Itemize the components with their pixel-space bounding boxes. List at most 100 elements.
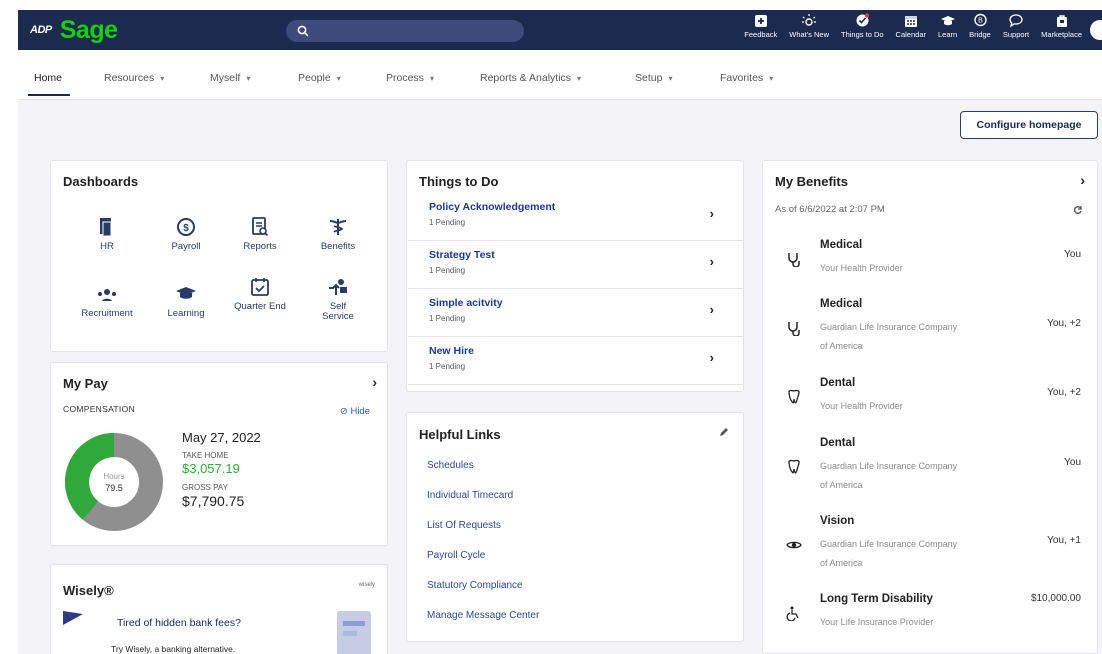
dashboard-label: Learning	[167, 308, 205, 319]
dashboard-self-service[interactable]: Self Service	[307, 276, 369, 322]
nav-setup[interactable]: Setup ▾	[635, 72, 672, 84]
toolbar-label: Bridge	[969, 30, 991, 39]
helpful-link[interactable]: List Of Requests	[427, 520, 501, 531]
hide-button[interactable]: ⊘ Hide	[340, 406, 370, 417]
wisely-body: Try Wisely, a banking alternative.	[111, 644, 236, 654]
calendar-check-icon	[249, 276, 271, 298]
toolbar-label: Marketplace	[1041, 30, 1082, 39]
wisely-image-bar	[343, 621, 365, 626]
chevron-down-icon: ▾	[769, 74, 774, 83]
benefit-name: Vision	[820, 515, 855, 527]
helpful-link[interactable]: Payroll Cycle	[427, 550, 485, 561]
nav-label: Setup	[635, 72, 663, 84]
dashboard-label: Benefits	[320, 241, 356, 252]
helpful-link[interactable]: Manage Message Center	[427, 610, 539, 621]
todo-title: Policy Acknowledgement	[429, 201, 556, 213]
nav-home[interactable]: Home	[34, 72, 62, 84]
graduation-cap-icon	[940, 13, 956, 28]
nav-active-indicator	[28, 94, 70, 96]
search-input[interactable]	[286, 20, 524, 42]
benefit-coverage: You, +1	[1047, 535, 1081, 546]
toolbar-calendar[interactable]: Calendar	[890, 12, 932, 39]
benefit-coverage: You, +2	[1047, 387, 1081, 398]
todo-status: 1 Pending	[429, 266, 466, 275]
gross-pay-label: GROSS PAY	[182, 483, 228, 492]
sage-logo: Sage	[59, 16, 118, 44]
chevron-right-icon: ›	[709, 254, 714, 269]
dashboard-benefits[interactable]: Benefits	[307, 216, 369, 252]
toolbar-support[interactable]: Support	[997, 12, 1035, 39]
dashboards-card: Dashboards HR $ Payroll Reports Benefits…	[50, 160, 388, 352]
tooth-icon	[788, 389, 800, 404]
wisely-headline[interactable]: Tired of hidden bank fees?	[117, 617, 241, 629]
dashboard-learning[interactable]: Learning	[155, 283, 217, 319]
bridge-icon: B	[972, 13, 988, 28]
toolbar-bridge[interactable]: B Bridge	[963, 12, 997, 39]
nav-reports-analytics[interactable]: Reports & Analytics ▾	[480, 72, 581, 84]
avatar[interactable]	[1090, 20, 1102, 40]
nav-myself[interactable]: Myself ▾	[210, 72, 250, 84]
todo-status: 1 Pending	[429, 314, 466, 323]
nav-label: Home	[34, 72, 63, 84]
search-icon	[297, 25, 309, 37]
chevron-right-icon[interactable]: ›	[1080, 172, 1085, 188]
helpful-link[interactable]: Statutory Compliance	[427, 580, 523, 591]
toolbar-label: What's New	[789, 30, 830, 39]
nav-resources[interactable]: Resources ▾	[104, 72, 164, 84]
toolbar-feedback[interactable]: Feedback	[738, 12, 783, 39]
chevron-down-icon: ▾	[577, 74, 582, 83]
chevron-down-icon: ▾	[246, 74, 251, 83]
dashboard-reports[interactable]: Reports	[229, 216, 291, 252]
dashboard-quarter-end[interactable]: Quarter End	[229, 276, 291, 312]
chevron-right-icon[interactable]: ›	[372, 374, 377, 390]
eye-icon	[786, 541, 802, 549]
pay-date: May 27, 2022	[182, 430, 261, 445]
my-benefits-card: My Benefits › As of 6/6/2022 at 2:07 PM …	[762, 160, 1098, 654]
dashboard-label: Recruitment	[81, 308, 133, 319]
svg-text:$: $	[183, 223, 189, 234]
dashboard-label: Reports	[243, 241, 277, 252]
nav-people[interactable]: People ▾	[298, 72, 341, 84]
things-to-do-title: Things to Do	[419, 174, 499, 189]
toolbar-label: Learn	[937, 30, 958, 39]
chevron-right-icon: ›	[709, 350, 714, 365]
payroll-dollar-icon: $	[175, 216, 197, 238]
my-pay-title: My Pay	[63, 376, 108, 391]
my-benefits-title: My Benefits	[775, 174, 848, 189]
toolbar-learn[interactable]: Learn	[932, 12, 963, 39]
dashboard-recruitment[interactable]: Recruitment	[76, 283, 138, 319]
nav-label: Process	[386, 72, 424, 84]
todo-item[interactable]: Simple acitvity 1 Pending ›	[408, 289, 743, 337]
benefit-provider: Your Life Insurance Provider	[820, 617, 934, 627]
hours-label: Hours	[103, 472, 124, 481]
gross-pay-value: $7,790.75	[182, 493, 245, 509]
benefit-provider: Your Health Provider	[820, 401, 903, 411]
helpful-link[interactable]: Individual Timecard	[427, 490, 513, 501]
nav-process[interactable]: Process ▾	[386, 72, 434, 84]
todo-item[interactable]: Policy Acknowledgement 1 Pending ›	[408, 193, 743, 241]
benefit-provider: Guardian Life Insurance Company of Ameri…	[820, 461, 958, 490]
nav-label: Myself	[210, 72, 241, 84]
todo-item[interactable]: New Hire 1 Pending ›	[408, 337, 743, 385]
recruitment-icon	[96, 283, 118, 305]
svg-text:B: B	[978, 18, 983, 25]
pencil-edit-icon[interactable]	[719, 427, 729, 437]
brand-logo[interactable]: ADP Sage	[30, 14, 118, 46]
things-to-do-card: Things to Do Policy Acknowledgement 1 Pe…	[406, 160, 744, 392]
dashboard-hr[interactable]: HR	[76, 216, 138, 252]
nav-label: Reports & Analytics	[480, 72, 572, 84]
todo-item[interactable]: Strategy Test 1 Pending ›	[408, 241, 743, 289]
nav-favorites[interactable]: Favorites ▾	[720, 72, 773, 84]
eye-slash-icon: ⊘	[339, 406, 351, 417]
main-nav: Home Resources ▾ Myself ▾ People ▾ Process ▾…	[18, 50, 1102, 100]
toolbar-whats-new[interactable]: What's New	[783, 12, 835, 39]
wisely-image-bar	[343, 631, 357, 636]
toolbar-marketplace[interactable]: Marketplace	[1035, 12, 1088, 39]
configure-homepage-button[interactable]: Configure homepage	[960, 111, 1098, 139]
pay-donut-chart: Hours 79.5	[65, 433, 163, 531]
dashboard-payroll[interactable]: $ Payroll	[155, 216, 217, 252]
toolbar-things-to-do[interactable]: Things to Do	[835, 12, 890, 39]
benefit-coverage: You, +2	[1047, 318, 1081, 329]
helpful-link[interactable]: Schedules	[427, 460, 474, 471]
refresh-icon[interactable]	[1073, 205, 1083, 215]
